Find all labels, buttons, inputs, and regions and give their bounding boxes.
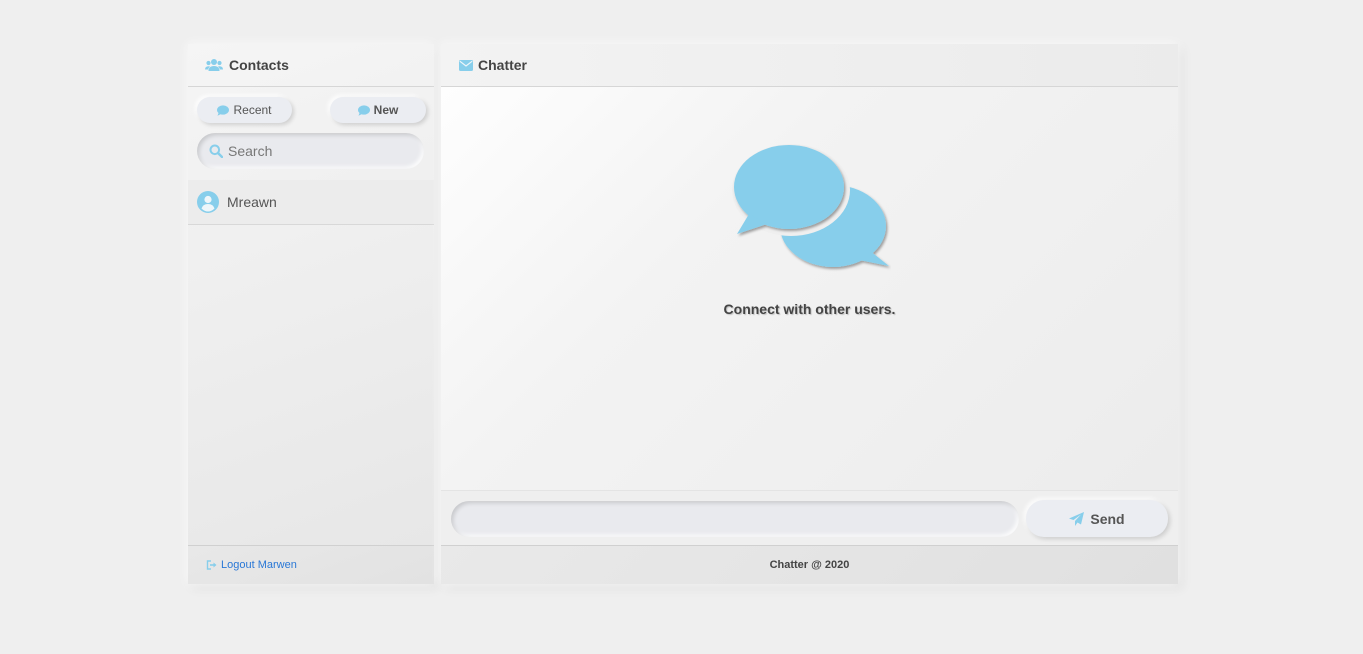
envelope-icon <box>459 59 473 71</box>
send-label: Send <box>1090 510 1125 527</box>
paper-plane-icon <box>1069 511 1085 526</box>
welcome-text: Connect with other users. <box>723 301 896 317</box>
comments-icon <box>731 144 891 279</box>
sidebar-header: Contacts <box>188 44 434 87</box>
welcome-placeholder: Connect with other users. <box>441 144 1178 317</box>
sidebar-title: Contacts <box>229 57 289 73</box>
search-icon <box>209 144 223 158</box>
chat-header: Chatter <box>441 44 1178 87</box>
footer-text: Chatter @ 2020 <box>769 559 850 571</box>
chat-title: Chatter <box>478 57 528 73</box>
chat-app: Contacts Recent New Search Mreawn Logout… <box>188 44 1178 584</box>
logout-link[interactable]: Logout Marwen <box>206 559 297 571</box>
contact-name: Mreawn <box>227 194 277 210</box>
search-box <box>197 133 424 169</box>
sign-out-icon <box>206 560 218 570</box>
message-input[interactable] <box>451 501 1019 537</box>
sidebar-tabs: Recent New <box>188 87 434 123</box>
chat-panel: Chatter Connect with other users. Send C… <box>441 44 1178 584</box>
sidebar-footer: Logout Marwen <box>188 545 434 584</box>
comment-icon <box>217 104 230 116</box>
search-input[interactable] <box>228 143 408 159</box>
contacts-sidebar: Contacts Recent New Search Mreawn Logout… <box>188 44 434 584</box>
tab-recent-label: Recent <box>233 103 272 117</box>
tab-recent[interactable]: Recent <box>197 97 292 123</box>
logout-label: Logout Marwen <box>221 559 297 571</box>
contact-list: Mreawn <box>188 180 434 225</box>
users-icon <box>205 58 223 72</box>
chat-footer: Chatter @ 2020 <box>441 545 1178 584</box>
tab-new-label: New <box>373 103 399 117</box>
send-button[interactable]: Send <box>1026 500 1168 537</box>
message-composer: Send <box>441 490 1178 546</box>
user-circle-icon <box>197 191 219 213</box>
contact-item[interactable]: Mreawn <box>188 180 434 225</box>
comment-icon <box>357 104 370 116</box>
tab-new[interactable]: New <box>330 97 426 123</box>
